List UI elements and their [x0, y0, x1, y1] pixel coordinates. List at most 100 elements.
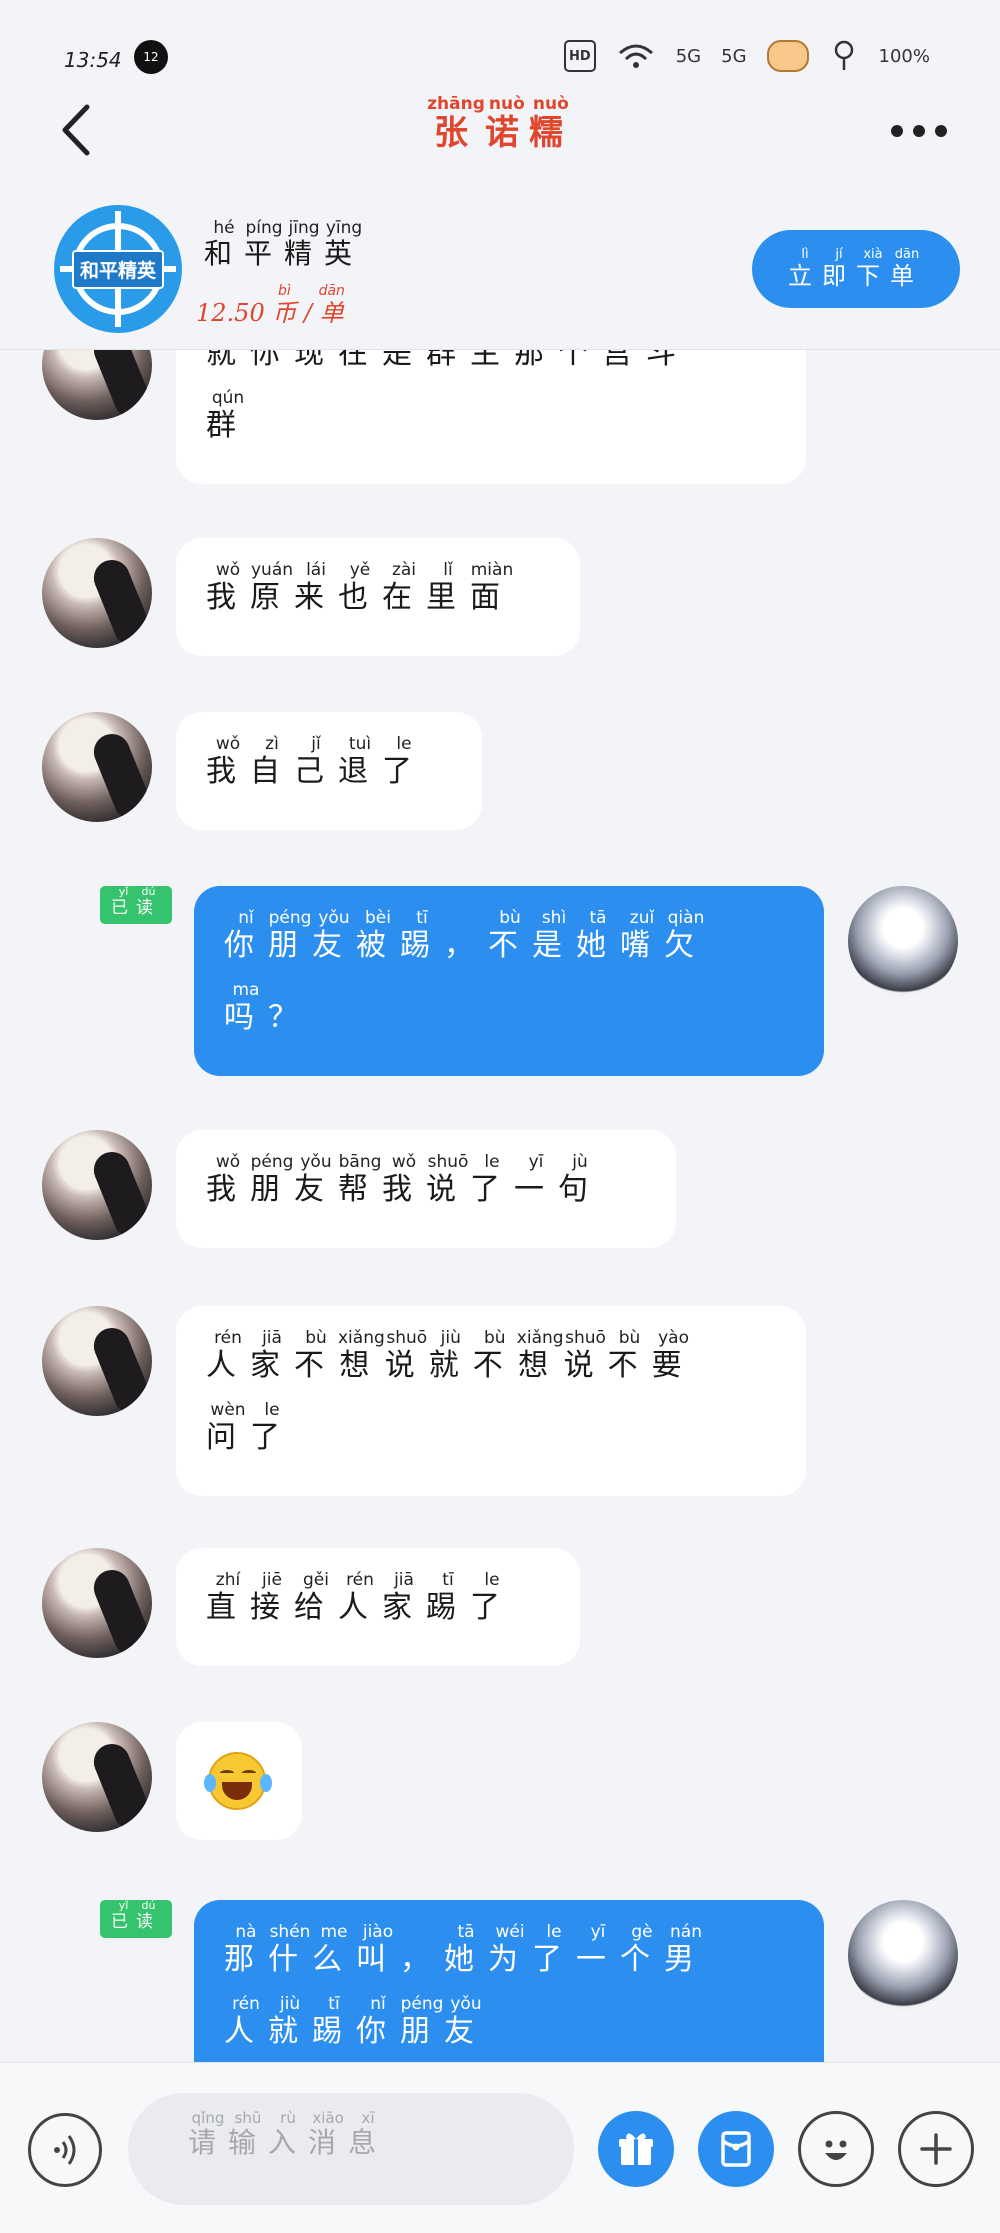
- hanzi-char: 什shén: [268, 1922, 312, 1977]
- status-time: 13:54: [64, 48, 122, 72]
- message-input[interactable]: 请qǐng输shū入rù消xiāo息xī: [128, 2093, 574, 2205]
- hanzi-char: 输shū: [228, 2109, 269, 2159]
- hanzi-char: 她tā: [444, 1922, 488, 1977]
- hanzi-char: 那nà: [224, 1922, 268, 1977]
- hanzi-char: 即jí: [822, 246, 856, 290]
- hanzi-char: 了le: [382, 734, 426, 789]
- message-bubble[interactable]: 直zhí接jiē给gěi人rén家jiā踢tī了le: [176, 1548, 580, 1666]
- message-bubble[interactable]: 就 你 现 在 是 群 主 那 个 宫 斗 群qún: [176, 350, 806, 484]
- hanzi-char: 不bù: [488, 908, 532, 963]
- hanzi-char: 张zhāng: [427, 94, 485, 153]
- message-bubble[interactable]: 我wǒ朋péng友yǒu帮bāng我wǒ说shuō了le一yī句jù: [176, 1130, 676, 1248]
- hanzi-char: 群qún: [206, 388, 250, 443]
- hanzi-char: 币bì: [272, 283, 297, 327]
- hanzi-char: 已yǐ: [111, 885, 136, 918]
- hanzi-char: 欠qiàn: [664, 908, 708, 963]
- hanzi-char: 面miàn: [470, 560, 514, 615]
- contact-avatar[interactable]: [42, 712, 152, 822]
- hanzi-char: 踢tī: [426, 1570, 470, 1625]
- hanzi-char: 也yě: [338, 560, 382, 615]
- hanzi-char: 被bèi: [356, 908, 400, 963]
- hanzi-char: 男nán: [664, 1922, 708, 1977]
- hanzi-char: 里lǐ: [426, 560, 470, 615]
- hanzi-char: 直zhí: [206, 1570, 250, 1625]
- flower-icon: [829, 40, 859, 72]
- face-with-tears-of-joy-icon: [204, 1752, 272, 1810]
- plus-button[interactable]: [898, 2111, 974, 2187]
- hanzi-char: 给gěi: [294, 1570, 338, 1625]
- message-text-line: 就 你 现 在 是 群 主 那 个 宫 斗: [206, 350, 778, 390]
- order-now-button[interactable]: 立lì即jí下xià单dān: [752, 230, 960, 308]
- status-icons: HD 5G 5G 100%: [564, 40, 930, 72]
- chat-messages[interactable]: 就 你 现 在 是 群 主 那 个 宫 斗 群qún 我wǒ原yuán来lái也…: [0, 350, 1000, 2062]
- voice-button[interactable]: [28, 2113, 102, 2187]
- hanzi-char: 己jǐ: [294, 734, 338, 789]
- hanzi-char: 来lái: [294, 560, 338, 615]
- message-bubble[interactable]: 人rén家jiā不bù想xiǎng说shuō就jiù不bù想xiǎng说shuō…: [176, 1306, 806, 1496]
- contact-avatar[interactable]: [42, 1548, 152, 1658]
- hanzi-char: 宫: [602, 350, 646, 371]
- hanzi-char: 人rén: [224, 1994, 268, 2049]
- emoji-icon: [825, 2140, 847, 2160]
- signal-5g-icon-2: 5G: [721, 45, 747, 67]
- hanzi-char: 请qǐng: [188, 2109, 229, 2159]
- game-logo-text: 和平精英: [71, 249, 164, 289]
- hanzi-char: 我wǒ: [206, 560, 250, 615]
- hanzi-char: 那: [514, 350, 558, 371]
- hanzi-char: 现: [294, 350, 338, 371]
- hanzi-char: 么me: [312, 1922, 356, 1977]
- hanzi-char: 诺nuò: [484, 94, 529, 153]
- hanzi-char: ？: [268, 1000, 312, 1035]
- gift-button[interactable]: [598, 2111, 674, 2187]
- wifi-icon: [616, 40, 656, 72]
- hanzi-char: 接jiē: [250, 1570, 294, 1625]
- product-name: 和hé平píng精jīng英yīng: [204, 218, 364, 272]
- hd-icon: HD: [564, 40, 596, 72]
- hanzi-char: 不bù: [472, 1328, 517, 1383]
- red-packet-button[interactable]: [698, 2111, 774, 2187]
- input-bar: 请qǐng输shū入rù消xiāo息xī: [0, 2062, 1000, 2233]
- message-text-line: 人rén家jiā不bù想xiǎng说shuō就jiù不bù想xiǎng说shuō…: [206, 1328, 778, 1402]
- hanzi-char: 已yǐ: [111, 1899, 136, 1932]
- contact-avatar[interactable]: [42, 1722, 152, 1832]
- more-button[interactable]: [884, 116, 954, 146]
- message-text-line: 我wǒ原yuán来lái也yě在zài里lǐ面miàn: [206, 560, 552, 634]
- hanzi-char: 你nǐ: [224, 908, 268, 963]
- hanzi-char: 就jiù: [268, 1994, 312, 2049]
- message-bubble[interactable]: 我wǒ自zì己jǐ退tuì了le: [176, 712, 482, 830]
- emoji-button[interactable]: [798, 2111, 874, 2187]
- hanzi-char: 友yǒu: [312, 908, 356, 963]
- contact-avatar[interactable]: [42, 538, 152, 648]
- hanzi-char: 家jiā: [250, 1328, 294, 1383]
- hanzi-char: 友yǒu: [294, 1152, 338, 1207]
- hanzi-char: 了le: [250, 1400, 294, 1455]
- hanzi-char: 叫jiào: [356, 1922, 400, 1977]
- hanzi-char: 单dān: [890, 246, 924, 290]
- hanzi-char: 人rén: [338, 1570, 382, 1625]
- own-avatar[interactable]: [848, 1900, 958, 2010]
- hanzi-char: 说shuō: [426, 1152, 470, 1207]
- hanzi-char: 原yuán: [250, 560, 294, 615]
- battery-text: 100%: [878, 45, 930, 67]
- hanzi-char: 你nǐ: [356, 1994, 400, 2049]
- own-avatar[interactable]: [848, 886, 958, 996]
- product-price: 12.50 币bì / 单dān: [196, 283, 345, 327]
- hanzi-char: 不bù: [294, 1328, 338, 1383]
- game-logo[interactable]: 和平精英: [54, 205, 182, 333]
- message-bubble[interactable]: [176, 1722, 302, 1840]
- message-text-line: 群qún: [206, 388, 778, 462]
- message-bubble[interactable]: 我wǒ原yuán来lái也yě在zài里lǐ面miàn: [176, 538, 580, 656]
- contact-avatar[interactable]: [42, 350, 152, 420]
- hanzi-char: 是: [382, 350, 426, 371]
- message-bubble-own[interactable]: 那nà什shén么me叫jiào， 她tā为wéi了le一yī个gè男nán 人r…: [194, 1900, 824, 2062]
- message-text-line: 我wǒ朋péng友yǒu帮bāng我wǒ说shuō了le一yī句jù: [206, 1152, 648, 1226]
- contact-avatar[interactable]: [42, 1130, 152, 1240]
- hanzi-char: ，: [400, 1942, 444, 1977]
- contact-avatar[interactable]: [42, 1306, 152, 1416]
- hanzi-char: 息xī: [348, 2109, 389, 2159]
- message-bubble-own[interactable]: 你nǐ朋péng友yǒu被bèi踢tī， 不bù是shì她tā嘴zuǐ欠qiàn…: [194, 886, 824, 1076]
- hanzi-char: 为wéi: [488, 1922, 532, 1977]
- hanzi-char: 立lì: [788, 246, 822, 290]
- hanzi-char: 主: [470, 350, 514, 371]
- message-text-line: 直zhí接jiē给gěi人rén家jiā踢tī了le: [206, 1570, 552, 1644]
